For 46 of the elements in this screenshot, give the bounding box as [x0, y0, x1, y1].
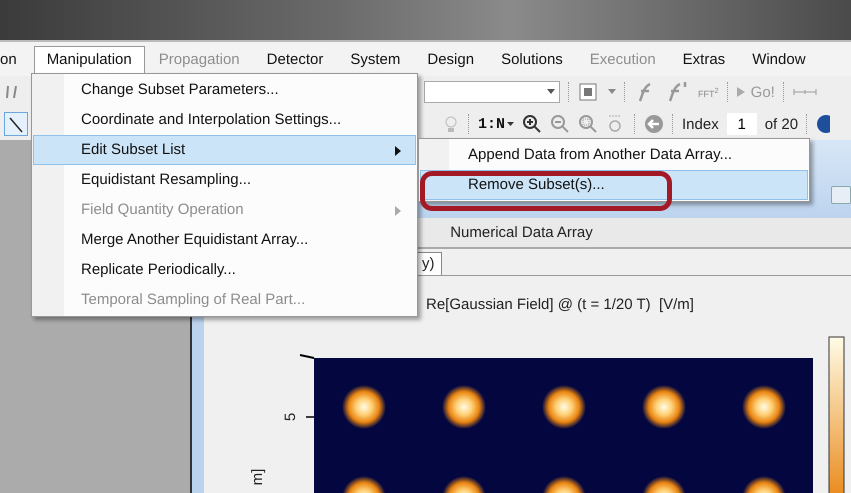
axis-tick [306, 416, 314, 418]
caret-icon [547, 89, 555, 95]
axis-tick-label: 5 [282, 413, 299, 422]
menu-bar-item[interactable]: Solutions [488, 46, 576, 76]
menu-bar-item[interactable]: on [0, 46, 30, 76]
menu-bar-item[interactable]: Design [414, 46, 488, 76]
zoom-out-icon[interactable] [550, 114, 570, 134]
field-spot [542, 476, 586, 493]
field-spot [642, 476, 686, 493]
field-spot [442, 476, 486, 493]
submenu-arrow-icon [395, 146, 401, 156]
window-button[interactable] [831, 186, 851, 204]
ruler-icon[interactable] [792, 87, 817, 97]
menu-item[interactable]: Append Data from Another Data Array... [420, 140, 808, 170]
axis-tick [300, 354, 314, 360]
caret-icon[interactable] [608, 89, 616, 95]
zoom-fit-icon[interactable] [578, 114, 598, 134]
menu-bar-item[interactable]: Window [739, 46, 819, 76]
menu-bar-item[interactable]: Extras [670, 46, 738, 76]
ratio-button[interactable]: 1:N [478, 116, 514, 132]
menu-bar-item[interactable]: Manipulation [34, 46, 145, 76]
menu-item[interactable]: Coordinate and Interpolation Settings... [33, 105, 416, 135]
submenu-arrow-icon [395, 206, 401, 216]
menu-bar-item[interactable]: System [337, 46, 414, 76]
field-spot [642, 385, 686, 430]
index-total: of 20 [764, 116, 798, 132]
field-spot [342, 385, 386, 430]
caret-icon [507, 122, 514, 126]
menu-item[interactable]: Equidistant Resampling... [33, 165, 416, 195]
index-label: Index [682, 116, 719, 132]
menu-item[interactable]: Change Subset Parameters... [33, 75, 416, 105]
field-spot [742, 476, 786, 493]
index-field[interactable]: 1 [726, 113, 757, 135]
field-spot [442, 385, 486, 430]
menu-item[interactable]: Edit Subset List [33, 135, 416, 165]
dropdown-field[interactable] [424, 81, 560, 103]
zoom-in-icon[interactable] [522, 114, 542, 134]
menu-bar-item[interactable]: Detector [254, 46, 336, 76]
menu-item[interactable]: Replicate Periodically... [33, 255, 416, 285]
field-spot [742, 385, 786, 430]
axis-label: m] [249, 469, 266, 486]
field-spot [542, 385, 586, 430]
play-icon [736, 87, 745, 97]
line-tool-icon[interactable] [4, 112, 28, 136]
field-spot [342, 476, 386, 493]
plot-title: Re[Gaussian Field] @ (t = 1/20 T) [V/m] [426, 296, 694, 314]
